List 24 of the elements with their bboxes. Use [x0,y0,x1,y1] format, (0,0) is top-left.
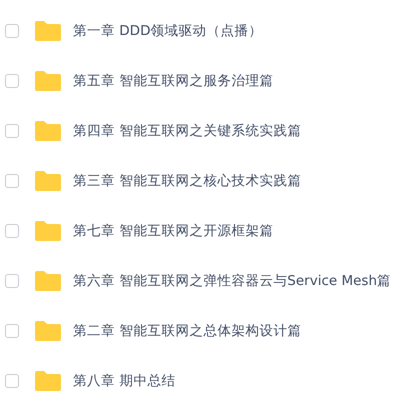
folder-icon [35,121,61,141]
checkbox[interactable] [5,374,19,388]
checkbox[interactable] [5,74,19,88]
checkbox[interactable] [5,174,19,188]
folder-icon [35,371,61,391]
folder-icon [35,271,61,291]
folder-name[interactable]: 第四章 智能互联网之关键系统实践篇 [73,122,302,140]
folder-name[interactable]: 第七章 智能互联网之开源框架篇 [73,222,274,240]
folder-icon [35,21,61,41]
checkbox[interactable] [5,274,19,288]
folder-name[interactable]: 第六章 智能互联网之弹性容器云与Service Mesh篇 [73,272,392,290]
checkbox[interactable] [5,324,19,338]
folder-icon [35,71,61,91]
folder-icon [35,321,61,341]
checkbox[interactable] [5,24,19,38]
folder-name[interactable]: 第八章 期中总结 [73,372,176,390]
folder-name[interactable]: 第三章 智能互联网之核心技术实践篇 [73,172,302,190]
folder-icon [35,171,61,191]
folder-name[interactable]: 第一章 DDD领域驱动（点播） [73,22,262,40]
folder-name[interactable]: 第五章 智能互联网之服务治理篇 [73,72,274,90]
checkbox[interactable] [5,124,19,138]
checkbox[interactable] [5,224,19,238]
folder-icon [35,221,61,241]
folder-name[interactable]: 第二章 智能互联网之总体架构设计篇 [73,322,302,340]
